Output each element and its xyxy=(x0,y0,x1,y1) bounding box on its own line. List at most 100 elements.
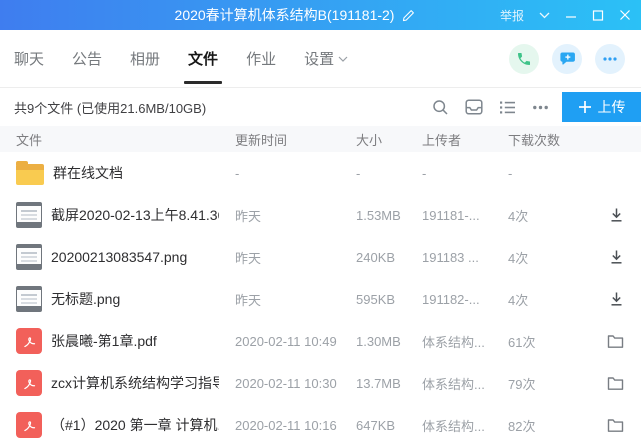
file-size: 13.7MB xyxy=(356,376,422,391)
toolbar-icons xyxy=(432,99,549,116)
file-count-summary: 共9个文件 (已使用21.6MB/10GB) xyxy=(14,98,206,117)
file-name[interactable]: 张晨曦-第1章.pdf xyxy=(51,331,157,351)
column-header-size[interactable]: 大小 xyxy=(356,130,422,149)
file-size: 595KB xyxy=(356,292,422,307)
file-updated-time: 2020-02-11 10:16 xyxy=(235,418,356,433)
file-row[interactable]: 截屏2020-02-13上午8.41.36...昨天1.53MB191181-.… xyxy=(0,194,641,236)
close-button[interactable] xyxy=(619,9,631,21)
ellipsis-icon xyxy=(602,51,618,67)
file-action-cell xyxy=(570,376,641,391)
file-name[interactable]: （#1）2020 第一章 计算机... xyxy=(51,415,219,435)
file-updated-time: 2020-02-11 10:49 xyxy=(235,334,356,349)
file-row[interactable]: （#1）2020 第一章 计算机... 2020-02-11 10:16647KB… xyxy=(0,404,641,446)
file-name[interactable]: 无标题.png xyxy=(51,289,120,309)
tab-files[interactable]: 文件 xyxy=(188,30,218,87)
report-link[interactable]: 举报 xyxy=(500,7,524,24)
file-name-cell: 无标题.png xyxy=(0,286,235,312)
tab-chat[interactable]: 聊天 xyxy=(14,30,44,87)
file-table-body: 群在线文档----截屏2020-02-13上午8.41.36...昨天1.53M… xyxy=(0,152,641,446)
column-header-downloads[interactable]: 下载次数 xyxy=(508,130,570,149)
titlebar: 2020春计算机体系结构B(191181-2) 举报 xyxy=(0,0,641,30)
file-row[interactable]: 张晨曦-第1章.pdf2020-02-11 10:491.30MB体系结构...… xyxy=(0,320,641,362)
file-download-count: 4次 xyxy=(508,290,570,309)
file-updated-time: 昨天 xyxy=(235,206,356,225)
file-download-count: 82次 xyxy=(508,416,570,435)
file-uploader: 191183 ... xyxy=(422,250,508,265)
file-updated-time: 昨天 xyxy=(235,290,356,309)
open-folder-icon[interactable] xyxy=(607,376,624,391)
minimize-button[interactable] xyxy=(565,9,577,21)
edit-title-icon[interactable] xyxy=(401,8,416,23)
pdf-icon xyxy=(16,328,42,354)
upload-button[interactable]: 上传 xyxy=(562,92,641,122)
file-name[interactable]: 截屏2020-02-13上午8.41.36... xyxy=(51,205,219,225)
open-folder-icon[interactable] xyxy=(607,334,624,349)
group-action-icons xyxy=(509,44,625,74)
call-button[interactable] xyxy=(509,44,539,74)
more-actions-button[interactable] xyxy=(595,44,625,74)
chevron-down-icon[interactable] xyxy=(539,12,550,19)
upload-button-label: 上传 xyxy=(598,97,626,117)
group-chat-button[interactable] xyxy=(552,44,582,74)
tabs: 聊天 公告 相册 文件 作业 设置 xyxy=(14,30,348,87)
file-action-cell xyxy=(570,207,641,223)
titlebar-controls: 举报 xyxy=(500,7,641,24)
file-row[interactable]: 20200213083547.png昨天240KB191183 ...4次 xyxy=(0,236,641,278)
pdf-icon xyxy=(16,370,42,396)
chevron-down-icon xyxy=(338,56,348,62)
file-toolbar: 共9个文件 (已使用21.6MB/10GB) 上传 xyxy=(0,88,641,126)
pdf-icon xyxy=(16,412,42,438)
list-view-icon[interactable] xyxy=(499,100,516,115)
file-uploader: 191182-... xyxy=(422,292,508,307)
file-uploader: 体系结构... xyxy=(422,416,508,435)
download-icon[interactable] xyxy=(609,207,624,223)
open-folder-icon[interactable] xyxy=(607,418,624,433)
file-name-cell: （#1）2020 第一章 计算机... xyxy=(0,412,235,438)
tab-homework[interactable]: 作业 xyxy=(246,30,276,87)
download-icon[interactable] xyxy=(609,249,624,265)
maximize-button[interactable] xyxy=(592,9,604,21)
file-download-count: 4次 xyxy=(508,206,570,225)
file-download-count: 79次 xyxy=(508,374,570,393)
file-action-cell xyxy=(570,418,641,433)
column-header-file[interactable]: 文件 xyxy=(0,130,235,149)
column-header-uploader[interactable]: 上传者 xyxy=(422,130,508,149)
file-row[interactable]: 无标题.png 昨天595KB191182-...4次 xyxy=(0,278,641,320)
file-action-cell xyxy=(570,249,641,265)
tab-album[interactable]: 相册 xyxy=(130,30,160,87)
file-name-cell: zcx计算机系统结构学习指导... xyxy=(0,370,235,396)
tab-announcement[interactable]: 公告 xyxy=(72,30,102,87)
file-updated-time: - xyxy=(235,166,356,181)
image-thumbnail-icon xyxy=(16,244,42,270)
file-name[interactable]: zcx计算机系统结构学习指导... xyxy=(51,373,219,393)
file-updated-time: 2020-02-11 10:30 xyxy=(235,376,356,391)
tab-settings[interactable]: 设置 xyxy=(304,30,348,87)
file-name[interactable]: 群在线文档 xyxy=(53,163,123,183)
file-name-cell: 张晨曦-第1章.pdf xyxy=(0,328,235,354)
file-uploader: 191181-... xyxy=(422,208,508,223)
chat-bubble-plus-icon xyxy=(559,50,576,67)
search-icon[interactable] xyxy=(432,99,449,116)
file-name[interactable]: 20200213083547.png xyxy=(51,249,187,265)
file-download-count: 4次 xyxy=(508,248,570,267)
file-name-cell: 群在线文档 xyxy=(0,161,235,185)
more-options-icon[interactable] xyxy=(532,99,549,116)
phone-icon xyxy=(516,51,532,67)
file-row[interactable]: 群在线文档---- xyxy=(0,152,641,194)
window-title: 2020春计算机体系结构B(191181-2) xyxy=(175,5,395,25)
file-action-cell xyxy=(570,334,641,349)
file-size: 647KB xyxy=(356,418,422,433)
file-updated-time: 昨天 xyxy=(235,248,356,267)
tabbar: 聊天 公告 相册 文件 作业 设置 xyxy=(0,30,641,88)
file-download-count: - xyxy=(508,166,570,181)
file-action-cell xyxy=(570,291,641,307)
column-header-updated[interactable]: 更新时间 xyxy=(235,130,356,149)
file-name-cell: 截屏2020-02-13上午8.41.36... xyxy=(0,202,235,228)
file-row[interactable]: zcx计算机系统结构学习指导...2020-02-11 10:3013.7MB体… xyxy=(0,362,641,404)
download-manager-icon[interactable] xyxy=(465,99,483,115)
file-uploader: - xyxy=(422,166,508,181)
file-name-cell: 20200213083547.png xyxy=(0,244,235,270)
download-icon[interactable] xyxy=(609,291,624,307)
table-header: 文件 更新时间 大小 上传者 下载次数 xyxy=(0,126,641,152)
image-thumbnail-icon xyxy=(16,286,42,312)
